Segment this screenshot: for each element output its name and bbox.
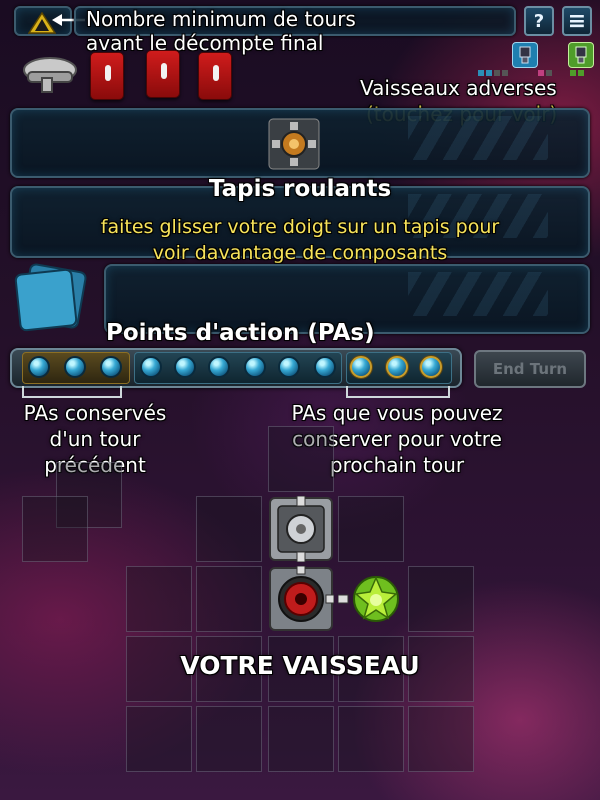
ship-cell[interactable] (408, 566, 474, 632)
ship-cell[interactable] (196, 566, 262, 632)
ship-cell[interactable] (196, 706, 262, 772)
menu-button[interactable]: ≡ (562, 6, 592, 36)
opponent-ship-icon (519, 46, 531, 64)
conveyor-hint-line2: voir davantage de composants (152, 242, 448, 264)
action-point-icon (350, 356, 372, 378)
action-card[interactable] (90, 52, 124, 100)
action-card[interactable] (198, 52, 232, 100)
discard-slot[interactable] (22, 496, 88, 562)
end-turn-button[interactable]: End Turn (474, 350, 586, 388)
saveable-points-bracket (346, 386, 450, 398)
action-point-icon (208, 356, 230, 378)
action-point-icon (28, 356, 50, 378)
action-point-icon (140, 356, 162, 378)
ship-cell[interactable] (268, 426, 334, 492)
action-point-icon (314, 356, 336, 378)
opponent-ship-icon (575, 46, 587, 64)
ship-cell[interactable] (408, 706, 474, 772)
saveable-points-label-line1: PAs que vous pouvez (291, 401, 503, 425)
conveyor-hint-line1: faites glisser votre doigt sur un tapis … (100, 216, 500, 238)
action-point-icon (64, 356, 86, 378)
component-tile-icon[interactable] (268, 118, 320, 170)
action-point-icon (174, 356, 196, 378)
help-button[interactable]: ? (524, 6, 554, 36)
kept-points-label-line2: d'un tour (49, 427, 141, 451)
ship-cell[interactable] (338, 706, 404, 772)
cabin-module-icon[interactable] (268, 496, 334, 562)
current-points-segment (134, 352, 342, 384)
action-card[interactable] (146, 50, 180, 98)
ship-cell[interactable] (126, 706, 192, 772)
rounds-label: Nombre minimum de tours avant le décompt… (86, 7, 356, 55)
rounds-label-line1: Nombre minimum de tours (86, 7, 356, 31)
opponent-ship-button[interactable] (568, 42, 594, 68)
ship-cell[interactable] (126, 566, 192, 632)
conveyor-hint: faites glisser votre doigt sur un tapis … (0, 214, 600, 266)
kept-points-label-line1: PAs conservés (23, 401, 167, 425)
action-point-icon (278, 356, 300, 378)
action-point-icon (420, 356, 442, 378)
opponent-ship-button[interactable] (512, 42, 538, 68)
action-point-icon (100, 356, 122, 378)
opponents-title: Vaisseaux adverses (360, 76, 557, 100)
kept-points-bracket (22, 386, 122, 398)
action-point-icon (244, 356, 266, 378)
action-point-icon (386, 356, 408, 378)
menu-icon: ≡ (567, 8, 587, 34)
alien-life-support-icon[interactable] (338, 566, 404, 632)
ship-label: VOTRE VAISSEAU (180, 651, 420, 680)
conveyor-title: Tapis roulants (208, 176, 392, 202)
core-reactor-icon[interactable] (268, 566, 334, 632)
player-ship-emblem-icon (23, 57, 77, 93)
action-points-title: Points d'action (PAs) (106, 320, 375, 346)
help-icon: ? (533, 10, 545, 32)
ship-cell[interactable] (268, 706, 334, 772)
component-deck-icon[interactable] (10, 262, 90, 336)
ship-cell[interactable] (338, 496, 404, 562)
ship-cell[interactable] (196, 496, 262, 562)
